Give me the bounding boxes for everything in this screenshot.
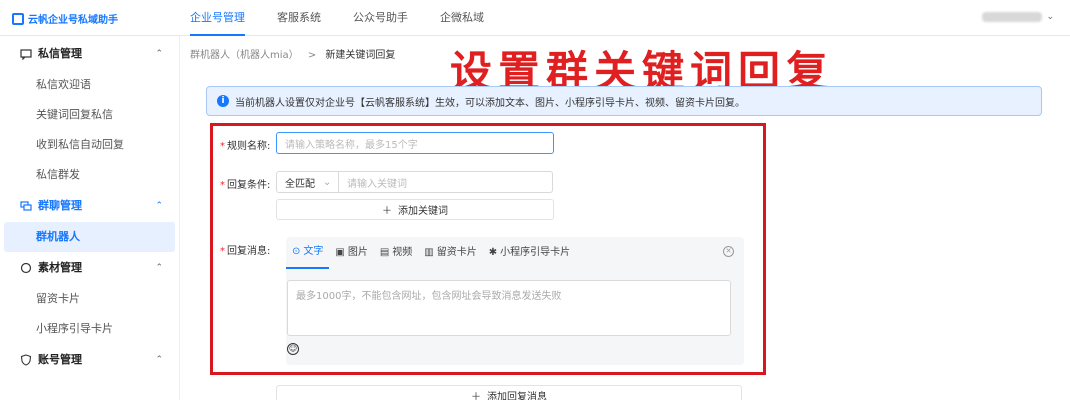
plus-icon: ＋ [382,206,392,217]
sidebar-item-keyword-reply[interactable]: 关键词回复私信 [0,100,179,130]
nav-wecom-private[interactable]: 企微私域 [440,0,484,36]
text-icon: ⊙ [292,246,301,257]
user-menu[interactable]: ⌄ [982,12,1054,22]
group-chat-icon [20,200,32,212]
logo-icon [12,12,24,25]
info-icon: i [217,95,229,107]
video-icon: ▤ [379,247,390,258]
sidebar-group-group-chat[interactable]: 群聊管理 ⌃ [0,190,179,222]
message-type-tabs: ⊙ 文字 ▣ 图片 ▤ 视频 ▥ 留资卡片 ✱ 小程序引导卡片 [286,237,576,269]
chevron-up-icon: ⌃ [155,49,163,59]
nav-official-account[interactable]: 公众号助手 [353,0,408,36]
chevron-down-icon: ⌄ [1046,12,1054,22]
breadcrumb-current: 新建关键词回复 [325,50,396,61]
nav-customer-service[interactable]: 客服系统 [277,0,321,36]
message-textarea[interactable]: 最多1000字，不能包含网址，包含网址会导致消息发送失败 [287,280,731,336]
add-message-button[interactable]: ＋添加回复消息 [276,385,742,400]
message-icon [20,48,32,60]
breadcrumb-separator: > [307,50,317,61]
chevron-up-icon: ⌃ [155,201,163,211]
shield-icon [20,354,32,366]
chevron-down-icon: ⌄ [323,176,332,188]
plus-icon: ＋ [471,392,481,400]
match-mode-select[interactable]: 全匹配 ⌄ [276,171,339,193]
rule-name-label: * 规则名称: [220,141,271,152]
sidebar: 私信管理 ⌃ 私信欢迎语 关键词回复私信 收到私信自动回复 私信群发 群聊管理 … [0,36,180,400]
message-editor: ⊙ 文字 ▣ 图片 ▤ 视频 ▥ 留资卡片 ✱ 小程序引导卡片 ✕ 最多1000字，不能包… [286,237,744,365]
close-icon[interactable]: ✕ [723,246,734,257]
message-label: * 回复消息: [220,246,271,257]
sidebar-group-account[interactable]: 账号管理 ⌃ [0,344,179,376]
notice-banner: i 当前机器人设置仅对企业号【云帆客服系统】生效，可以添加文本、图片、小程序引导… [206,86,1042,116]
top-nav: 企业号管理 客服系统 公众号助手 企微私域 [190,0,516,36]
breadcrumb: 群机器人（机器人mia） > 新建关键词回复 [190,46,395,61]
tab-text[interactable]: ⊙ 文字 [286,237,330,269]
sidebar-item-group-bot[interactable]: 群机器人 [4,222,175,252]
app-name: 云帆企业号私域助手 [28,15,118,26]
sidebar-group-label: 群聊管理 [38,199,82,212]
image-icon: ▣ [335,247,345,258]
tab-video[interactable]: ▤ 视频 [374,237,418,269]
tab-miniprogram[interactable]: ✱ 小程序引导卡片 [483,237,576,269]
sidebar-item-lead-card[interactable]: 留资卡片 [0,284,179,314]
nav-enterprise[interactable]: 企业号管理 [190,0,245,36]
tab-lead-card[interactable]: ▥ 留资卡片 [418,237,482,269]
chevron-up-icon: ⌃ [155,355,163,365]
sidebar-item-auto-reply[interactable]: 收到私信自动回复 [0,130,179,160]
condition-label: * 回复条件: [220,180,271,191]
miniprogram-icon: ✱ [488,247,498,258]
material-icon [20,262,32,274]
top-bar: 云帆企业号私域助手 企业号管理 客服系统 公众号助手 企微私域 ⌄ [0,0,1070,36]
sidebar-item-miniprogram-card[interactable]: 小程序引导卡片 [0,314,179,344]
sidebar-item-mass-send[interactable]: 私信群发 [0,160,179,190]
app-logo[interactable]: 云帆企业号私域助手 [12,11,118,26]
sidebar-group-label: 素材管理 [38,261,82,274]
add-keyword-button[interactable]: ＋添加关键词 [276,199,554,220]
tab-image[interactable]: ▣ 图片 [329,237,373,269]
rule-name-input[interactable]: 请输入策略名称，最多15个字 [276,132,554,154]
sidebar-group-label: 私信管理 [38,47,82,60]
card-icon: ▥ [424,247,434,258]
sidebar-group-materials[interactable]: 素材管理 ⌃ [0,252,179,284]
emoji-icon[interactable]: ☺ [287,343,299,355]
notice-text: 当前机器人设置仅对企业号【云帆客服系统】生效，可以添加文本、图片、小程序引导卡片… [235,97,745,109]
sidebar-group-private-msg[interactable]: 私信管理 ⌃ [0,38,179,70]
user-name-blurred [982,12,1043,22]
chevron-up-icon: ⌃ [155,263,163,273]
breadcrumb-parent[interactable]: 群机器人（机器人mia） [190,50,299,61]
sidebar-item-welcome[interactable]: 私信欢迎语 [0,70,179,100]
sidebar-group-label: 账号管理 [38,353,82,366]
keyword-input[interactable]: 请输入关键词 [338,171,553,193]
main-content: 群机器人（机器人mia） > 新建关键词回复 设置群关键词回复 i 当前机器人设… [180,36,1070,400]
